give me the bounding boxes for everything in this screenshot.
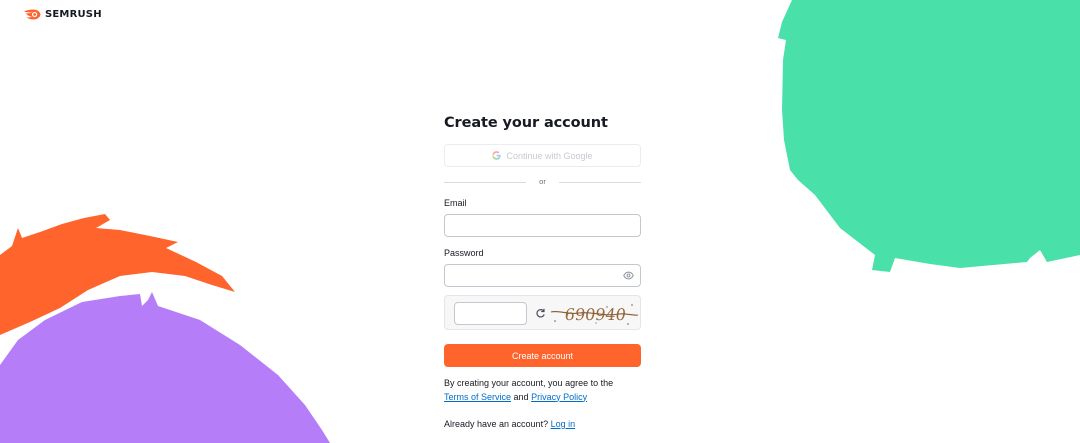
refresh-icon[interactable]	[535, 308, 546, 319]
terms-text: By creating your account, you agree to t…	[444, 377, 664, 404]
orange-flame-shape	[0, 214, 235, 335]
google-button-label: Continue with Google	[506, 150, 593, 161]
captcha-input-wrapper	[454, 302, 527, 325]
continue-with-google-button[interactable]: Continue with Google	[444, 144, 641, 167]
brand-name: SEMRUSH	[45, 8, 102, 20]
email-field-wrapper	[444, 214, 641, 237]
login-prompt-text: Already have an account?	[444, 419, 549, 429]
terms-and: and	[513, 391, 529, 402]
password-field[interactable]	[445, 265, 640, 286]
terms-prefix: By creating your account, you agree to t…	[444, 378, 614, 388]
page-title: Create your account	[444, 115, 608, 131]
password-field-wrapper	[444, 264, 641, 287]
create-account-button[interactable]: Create account	[444, 344, 641, 367]
login-prompt: Already have an account? Log in	[444, 418, 664, 430]
captcha-image: 690940	[550, 304, 639, 325]
captcha-text: 690940	[563, 305, 627, 324]
semrush-logo[interactable]: SEMRUSH	[24, 7, 102, 21]
signup-form: Create your account Continue with Google…	[444, 112, 641, 429]
privacy-policy-link[interactable]: Privacy Policy	[531, 392, 587, 402]
terms-of-service-link[interactable]: Terms of Service	[444, 392, 511, 402]
google-icon	[492, 151, 502, 160]
captcha-input[interactable]	[455, 303, 526, 324]
eye-icon[interactable]	[623, 271, 634, 280]
password-label: Password	[444, 248, 484, 258]
or-divider: or	[444, 176, 641, 188]
divider-line-right	[559, 182, 641, 183]
semrush-flame-icon	[24, 9, 41, 19]
email-field[interactable]	[445, 215, 640, 236]
email-label: Email	[444, 198, 467, 208]
log-in-link[interactable]: Log in	[551, 419, 576, 429]
purple-circle-shape	[0, 292, 330, 443]
green-circle-shape	[778, 0, 1080, 272]
captcha-box: 690940	[444, 295, 641, 330]
